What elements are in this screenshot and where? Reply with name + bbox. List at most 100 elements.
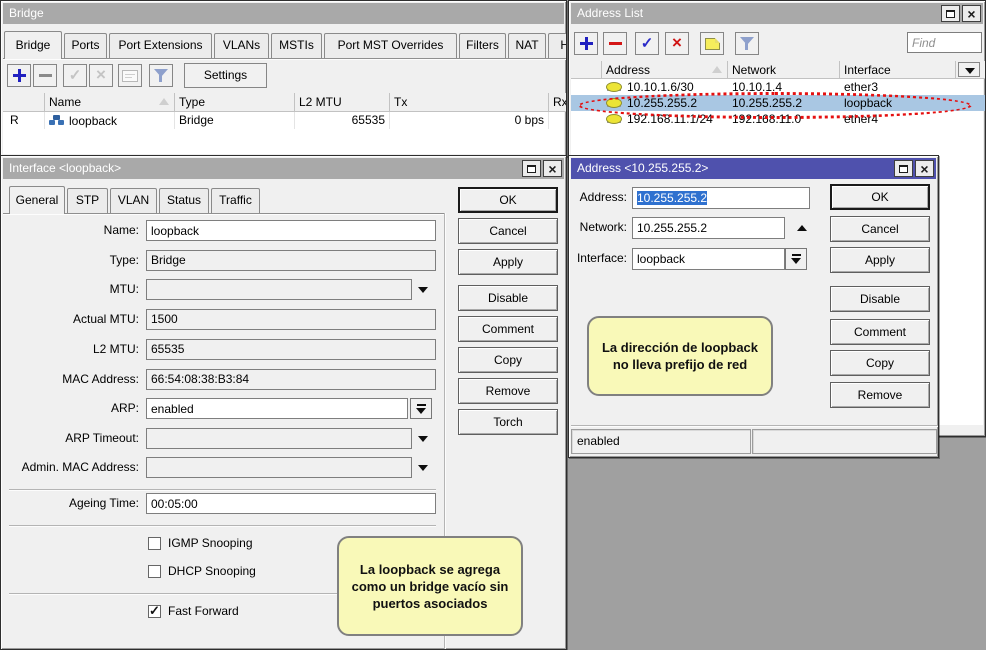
comment-button[interactable]: Comment [830, 319, 930, 345]
tab-port-mst-overrides[interactable]: Port MST Overrides [324, 33, 457, 58]
filter-address-button[interactable] [735, 32, 759, 55]
add-bridge-button[interactable] [7, 64, 31, 87]
status-bar-cell [752, 429, 937, 454]
network-field[interactable] [632, 217, 785, 239]
comment-bridge-button[interactable] [118, 64, 142, 87]
address-list-titlebar[interactable]: Address List [571, 3, 983, 24]
name-label: Name: [1, 220, 139, 241]
remove-bridge-button[interactable] [33, 64, 57, 87]
copy-button[interactable]: Copy [458, 347, 558, 373]
filter-bridge-button[interactable] [149, 64, 173, 87]
disable-button[interactable]: Disable [458, 285, 558, 311]
type-label: Type: [1, 250, 139, 271]
enable-bridge-button[interactable]: ✓ [63, 64, 87, 87]
enable-address-button[interactable]: ✓ [635, 32, 659, 55]
tab-mstis[interactable]: MSTIs [271, 33, 322, 58]
copy-button[interactable]: Copy [830, 350, 930, 376]
ageing-time-field[interactable] [146, 493, 436, 514]
maximize-icon [946, 10, 955, 18]
selected-text: 10.255.255.2 [637, 191, 707, 205]
bridge-col-name[interactable]: Name [45, 93, 175, 112]
disable-address-button[interactable]: × [665, 32, 689, 55]
column-select-button[interactable] [958, 62, 980, 77]
comment-address-button[interactable] [700, 32, 724, 55]
cancel-button[interactable]: Cancel [830, 216, 930, 242]
bridge-col-tx[interactable]: Tx [390, 93, 549, 112]
tab-nat[interactable]: NAT [508, 33, 546, 58]
find-input[interactable] [907, 32, 982, 53]
tab-vlan[interactable]: VLAN [110, 188, 157, 213]
address-field[interactable]: 10.255.255.2 [632, 187, 810, 209]
add-address-button[interactable] [574, 32, 598, 55]
arp-field[interactable] [146, 398, 408, 419]
x-icon: × [96, 68, 106, 81]
apply-button[interactable]: Apply [830, 247, 930, 273]
remove-button[interactable]: Remove [830, 382, 930, 408]
interface-dialog-titlebar[interactable]: Interface <loopback> [3, 158, 564, 179]
address-dialog-titlebar[interactable]: Address <10.255.255.2> [571, 158, 936, 179]
status-bar-enabled: enabled [571, 429, 751, 454]
tab-hosts[interactable]: Ho [548, 33, 567, 58]
tab-general[interactable]: General [9, 186, 65, 214]
network-up-icon[interactable] [797, 225, 807, 231]
arp-combo-button[interactable] [410, 398, 432, 419]
tab-status[interactable]: Status [159, 188, 209, 213]
interface-field[interactable] [632, 248, 785, 270]
admin-mac-dropdown-icon[interactable] [418, 465, 428, 471]
close-button[interactable]: × [915, 160, 934, 177]
disable-bridge-button[interactable]: × [89, 64, 113, 87]
highlight-ellipse [578, 92, 972, 119]
tab-filters[interactable]: Filters [459, 33, 506, 58]
ok-button[interactable]: OK [458, 187, 558, 213]
igmp-snooping-checkbox[interactable] [148, 537, 161, 550]
tab-ports[interactable]: Ports [64, 33, 107, 58]
bridge-col-flags [3, 93, 45, 112]
name-field[interactable] [146, 220, 436, 241]
funnel-icon [153, 69, 169, 82]
tab-vlans[interactable]: VLANs [214, 33, 269, 58]
apply-button[interactable]: Apply [458, 249, 558, 275]
arp-timeout-dropdown-icon[interactable] [418, 436, 428, 442]
disable-button[interactable]: Disable [830, 286, 930, 312]
tab-bridge[interactable]: Bridge [4, 31, 62, 59]
remove-address-button[interactable] [603, 32, 627, 55]
addr-col-interface[interactable]: Interface [840, 61, 956, 79]
tab-traffic[interactable]: Traffic [211, 188, 260, 213]
cancel-button[interactable]: Cancel [458, 218, 558, 244]
bridge-col-rx[interactable]: Rx [549, 93, 566, 112]
check-icon: ✓ [69, 69, 82, 83]
tab-stp[interactable]: STP [67, 188, 108, 213]
actual-mtu-label: Actual MTU: [1, 309, 139, 330]
addr-col-network[interactable]: Network [728, 61, 840, 79]
close-button[interactable]: × [543, 160, 562, 177]
interface-combo-button[interactable] [785, 248, 807, 270]
mtu-dropdown-icon[interactable] [418, 287, 428, 293]
close-button[interactable]: × [962, 5, 981, 22]
torch-button[interactable]: Torch [458, 409, 558, 435]
comment-button[interactable]: Comment [458, 316, 558, 342]
igmp-snooping-label: IGMP Snooping [168, 536, 253, 550]
maximize-button[interactable] [894, 160, 913, 177]
maximize-button[interactable] [522, 160, 541, 177]
ok-button[interactable]: OK [830, 184, 930, 210]
admin-mac-label: Admin. MAC Address: [1, 457, 139, 478]
bridge-col-l2mtu[interactable]: L2 MTU [295, 93, 390, 112]
l2-mtu-field: 65535 [146, 339, 436, 360]
remove-button[interactable]: Remove [458, 378, 558, 404]
row-rx [549, 112, 566, 129]
row-type: Bridge [175, 112, 295, 129]
addr-col-address[interactable]: Address [602, 61, 728, 79]
admin-mac-field [146, 457, 412, 478]
mac-address-label: MAC Address: [1, 369, 139, 390]
bridge-table-row[interactable]: R loopback Bridge 65535 0 bps [3, 112, 566, 129]
bridge-col-type[interactable]: Type [175, 93, 295, 112]
chevron-down-icon [965, 68, 975, 74]
settings-button[interactable]: Settings [184, 63, 267, 88]
tab-port-extensions[interactable]: Port Extensions [109, 33, 212, 58]
bridge-titlebar[interactable]: Bridge [3, 3, 564, 24]
interface-label: Interface: [569, 248, 627, 269]
dhcp-snooping-checkbox[interactable] [148, 565, 161, 578]
fast-forward-checkbox[interactable] [148, 605, 161, 618]
maximize-icon [899, 165, 908, 173]
maximize-button[interactable] [941, 5, 960, 22]
